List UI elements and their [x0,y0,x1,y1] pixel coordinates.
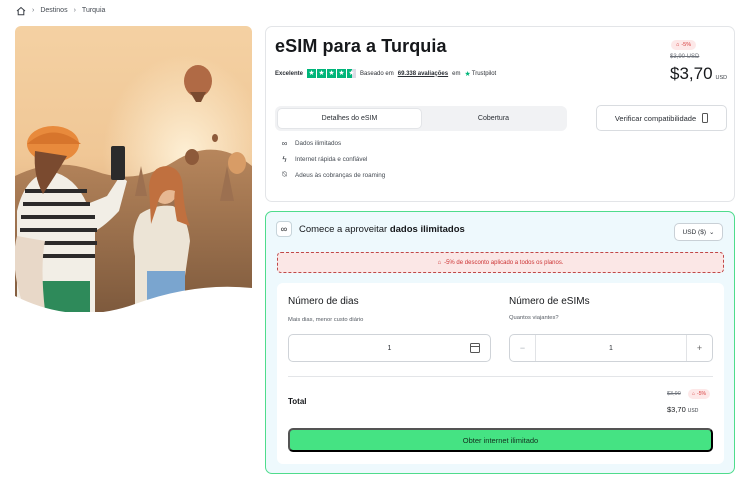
total-old-price: $3,90 [667,391,681,397]
decrement-button[interactable]: − [510,335,536,361]
chevron-down-icon: ⌄ [709,229,715,236]
total-price: $3,70 USD [667,405,699,414]
calendar-icon [470,343,480,353]
reviews-link[interactable]: 69.338 avaliações [398,71,448,77]
trustpilot-star-icon: ★ [464,70,471,78]
rating-based-on: Baseado em [360,70,394,77]
tab-esim-details[interactable]: Detalhes do eSIM [277,108,422,129]
verify-label: Verificar compatibilidade [614,113,697,123]
days-subtitle: Mais dias, menor custo diário [288,317,364,323]
trustpilot-logo: ★ Trustpilot [464,70,497,78]
product-tabs: Detalhes do eSIM Cobertura [275,106,567,131]
verify-compatibility-button[interactable]: Verificar compatibilidade [596,105,727,131]
currency-select[interactable]: USD ($) ⌄ [674,223,723,241]
feature-list: ∞ Dados ilimitados ϟ Internet rápida e c… [280,138,386,180]
rating-stars: ★ ★ ★ ★ ★ [307,69,357,78]
days-title: Número de dias [288,296,359,307]
chevron-right-icon: › [32,7,35,14]
tag-icon: ⌂ [692,391,696,397]
breadcrumb-current: Turquia [81,7,106,14]
get-unlimited-internet-button[interactable]: Obter internet ilimitado [288,428,713,452]
list-item: ∞ Dados ilimitados [281,138,342,148]
rating-label: Excelente [275,70,304,77]
esims-value[interactable]: 1 [536,345,686,352]
tag-icon: ⌂ [437,259,442,266]
star-half-icon: ★ [347,69,357,78]
discount-badge: ⌂ -5% [671,40,697,50]
total-discount-badge: ⌂ -5% [688,389,710,399]
divider [288,376,713,377]
tab-coverage[interactable]: Cobertura [422,108,565,129]
star-icon: ★ [337,69,347,78]
phone-icon [702,113,709,123]
home-icon[interactable] [16,6,26,16]
star-icon: ★ [307,69,317,78]
hero-image [15,26,252,312]
lightning-icon: ϟ [282,154,287,164]
list-item: ϟ Internet rápida e confiável [280,154,385,164]
price-value: $3,70 [670,64,713,83]
increment-button[interactable]: + [686,335,712,361]
price-currency: USD [715,75,728,81]
chevron-right-icon: › [73,7,76,14]
rating-on: em [452,70,461,77]
no-roaming-icon: ⍉ [282,170,287,179]
days-input[interactable]: 1 [288,334,491,362]
star-icon: ★ [317,69,327,78]
esims-quantity-stepper: − 1 + [509,334,713,362]
plan-card: ∞ Comece a aproveitar dados ilimitados U… [265,211,735,474]
trustpilot-rating[interactable]: Excelente ★ ★ ★ ★ ★ Baseado em 69.338 av… [275,69,496,78]
breadcrumb-link-destinos[interactable]: Destinos [40,7,67,14]
star-icon: ★ [327,69,337,78]
plan-config: Número de dias Mais dias, menor custo di… [277,283,724,464]
esims-title: Número de eSIMs [509,296,590,307]
infinity-icon: ∞ [281,138,288,148]
breadcrumb: › Destinos › Turquia [16,5,105,16]
infinity-icon: ∞ [276,221,292,237]
product-card: eSIM para a Turquia Excelente ★ ★ ★ ★ ★ … [265,26,735,202]
total-label: Total [288,397,307,406]
tag-icon: ⌂ [676,42,680,48]
plan-heading: ∞ Comece a aproveitar dados ilimitados [276,221,465,237]
esims-subtitle: Quantos viajantes? [509,315,559,321]
discount-banner: ⌂ -5% de desconto aplicado a todos os pl… [277,252,724,273]
price: $3,70 USD [670,64,727,84]
old-price: $3,90 USD [670,54,700,60]
page-title: eSIM para a Turquia [275,36,447,56]
list-item: ⍉ Adeus às cobranças de roaming [280,170,385,180]
